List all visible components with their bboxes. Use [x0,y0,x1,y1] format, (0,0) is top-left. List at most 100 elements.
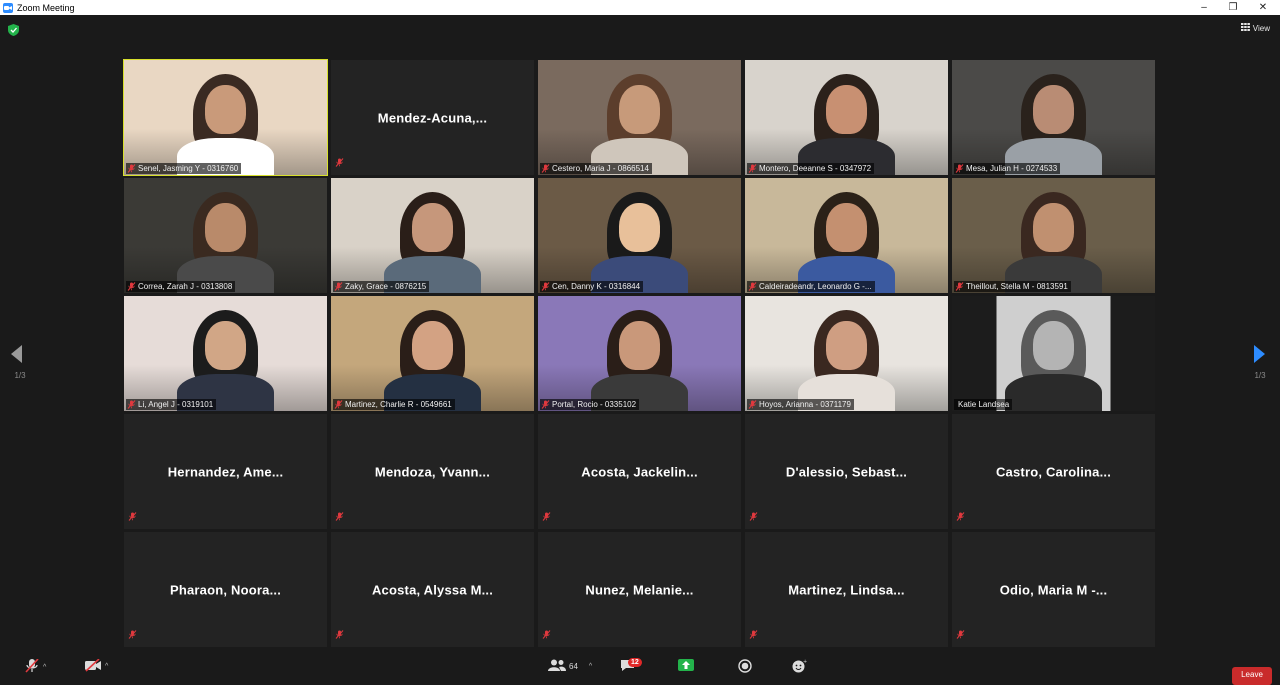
unmute-button[interactable]: ^ [24,658,46,675]
microphone-muted-icon [334,400,343,409]
microphone-muted-icon [748,400,757,409]
participant-tile[interactable]: Caldeiradeandr, Leonardo G -... [745,178,948,293]
participant-tile[interactable]: Zaky, Grace - 0876215 [331,178,534,293]
microphone-muted-icon [127,400,136,409]
participant-name: Martinez, Charlie R - 0549661 [345,400,452,409]
participant-tile[interactable]: Mesa, Julian H - 0274533 [952,60,1155,175]
participant-tile[interactable]: Odio, Maria M -... [952,532,1155,647]
window-title: Zoom Meeting [17,2,75,13]
participant-tile[interactable]: Mendez-Acuna,... [331,60,534,175]
reactions-button[interactable]: + [792,659,807,675]
meeting-toolbar: ^ ^ 64 ^ 12 + [0,651,1280,678]
person-body [1004,374,1103,411]
close-button[interactable]: ✕ [1248,0,1278,15]
participant-tile[interactable]: Portal, Rocio - 0335102 [538,296,741,411]
microphone-muted-icon [335,154,344,172]
record-button[interactable] [738,659,752,675]
gallery-grid: Senel, Jasming Y - 0316760 Mendez-Acuna,.… [123,59,1156,649]
participant-name: Mesa, Julian H - 0274533 [966,164,1058,173]
participant-name: Pharaon, Noora... [169,582,282,597]
microphone-muted-icon [955,164,964,173]
participant-tile[interactable]: Pharaon, Noora... [124,532,327,647]
microphone-muted-icon [956,508,965,526]
participant-name: Hoyos, Arianna - 0371179 [759,400,851,409]
participant-tile[interactable]: Hoyos, Arianna - 0371179 [745,296,948,411]
restore-button[interactable]: ❐ [1218,0,1248,15]
participant-name-label: Caldeiradeandr, Leonardo G -... [747,281,875,292]
audio-options-caret-icon[interactable]: ^ [43,664,46,671]
participant-name: Correa, Zarah J - 0313808 [138,282,233,291]
participant-name-label: Cestero, Maria J - 0866514 [540,163,652,174]
microphone-muted-icon [334,282,343,291]
zoom-app-icon [3,2,13,13]
participant-name: D'alessio, Sebast... [785,464,908,479]
person-face [205,85,246,134]
participant-name: Martinez, Lindsa... [788,582,905,597]
participant-tile[interactable]: Theillout, Stella M - 0813591 [952,178,1155,293]
person-face [205,321,246,370]
encryption-shield-icon[interactable] [8,23,19,41]
participant-tile[interactable]: Castro, Carolina... [952,414,1155,529]
participant-tile[interactable]: Nunez, Melanie... [538,532,741,647]
participant-name: Zaky, Grace - 0876215 [345,282,427,291]
view-button[interactable]: View [1240,23,1270,33]
minimize-button[interactable]: – [1189,0,1219,15]
participant-name-label: Portal, Rocio - 0335102 [540,399,640,410]
participant-video [331,178,534,293]
person-face [619,203,660,252]
person-face [205,203,246,252]
participant-tile[interactable]: Acosta, Alyssa M... [331,532,534,647]
participants-options-caret-icon[interactable]: ^ [589,663,592,670]
participants-icon [548,659,566,673]
microphone-muted-icon [128,508,137,526]
participant-tile[interactable]: Li, Angel J - 0319101 [124,296,327,411]
participant-video [538,178,741,293]
share-screen-button[interactable] [678,659,694,673]
page-indicator-right: 1/3 [1254,371,1266,380]
participant-name-label: Martinez, Charlie R - 0549661 [333,399,455,410]
participant-name: Nunez, Melanie... [585,582,694,597]
participant-name: Li, Angel J - 0319101 [138,400,214,409]
participant-video [124,60,327,175]
participant-tile[interactable]: Martinez, Lindsa... [745,532,948,647]
participant-video [538,296,741,411]
participant-tile[interactable]: Katie Landsea [952,296,1155,411]
participant-tile[interactable]: Correa, Zarah J - 0313808 [124,178,327,293]
participant-video [745,178,948,293]
participant-video [952,296,1155,411]
previous-page-arrow-icon[interactable] [10,344,30,364]
microphone-muted-icon [127,282,136,291]
participant-tile[interactable]: Mendoza, Yvann... [331,414,534,529]
participant-video [745,60,948,175]
participant-name: Cen, Danny K - 0316844 [552,282,641,291]
participant-name-label: Senel, Jasming Y - 0316760 [126,163,242,174]
participant-tile[interactable]: Hernandez, Ame... [124,414,327,529]
reactions-icon: + [792,659,807,675]
participant-tile[interactable]: Martinez, Charlie R - 0549661 [331,296,534,411]
participant-name: Montero, Deeanne S - 0347972 [759,164,872,173]
participants-button[interactable]: 64 ^ [548,659,592,673]
microphone-muted-icon [335,508,344,526]
participant-tile[interactable]: Acosta, Jackelin... [538,414,741,529]
participant-tile[interactable]: Cestero, Maria J - 0866514 [538,60,741,175]
microphone-muted-icon [748,164,757,173]
participant-name: Theillout, Stella M - 0813591 [966,282,1068,291]
participant-video [952,60,1155,175]
participant-name-label: Zaky, Grace - 0876215 [333,281,430,292]
start-video-button[interactable]: ^ [84,658,108,674]
leave-button[interactable]: Leave [1232,667,1272,685]
person-face [1033,321,1074,370]
participant-tile[interactable]: Senel, Jasming Y - 0316760 [123,59,328,176]
microphone-muted-icon [542,508,551,526]
person-face [412,321,453,370]
participant-tile[interactable]: D'alessio, Sebast... [745,414,948,529]
microphone-muted-icon [541,282,550,291]
next-page-arrow-icon[interactable] [1252,344,1272,364]
participant-video [745,296,948,411]
participant-tile[interactable]: Montero, Deeanne S - 0347972 [745,60,948,175]
participant-name: Castro, Carolina... [995,464,1112,479]
participant-name: Senel, Jasming Y - 0316760 [138,164,239,173]
participant-tile[interactable]: Cen, Danny K - 0316844 [538,178,741,293]
video-options-caret-icon[interactable]: ^ [105,663,108,670]
microphone-muted-icon [749,626,758,644]
